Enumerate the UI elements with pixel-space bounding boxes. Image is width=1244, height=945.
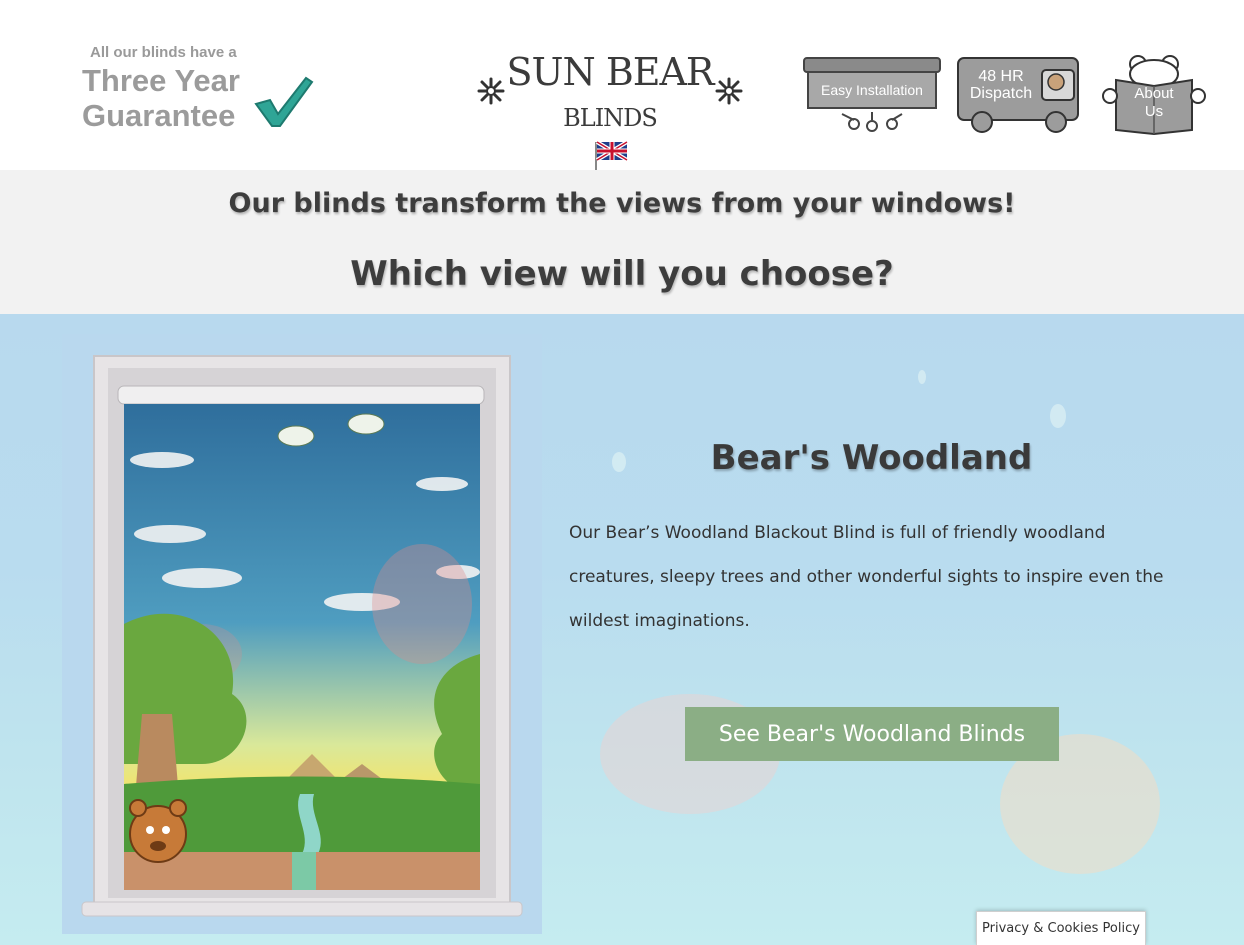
dispatch-badge[interactable]: 48 HR Dispatch — [956, 54, 1084, 136]
logo-sub-text: BLINDS — [563, 104, 658, 132]
star-icon — [715, 77, 743, 105]
dispatch-label-1: 48 HR — [978, 68, 1024, 85]
product-content: Bear's Woodland Our Bear’s Woodland Blac… — [569, 314, 1174, 945]
dispatch-label-2: Dispatch — [969, 85, 1033, 102]
about-label-2: Us — [1144, 103, 1164, 120]
product-hero: Bear's Woodland Our Bear’s Woodland Blac… — [0, 314, 1244, 945]
woodland-blind-illustration — [81, 355, 523, 917]
privacy-policy-link[interactable]: Privacy & Cookies Policy — [976, 911, 1146, 945]
guarantee-small-text: All our blinds have a — [90, 44, 237, 61]
site-logo[interactable]: SUN BEAR BLINDS — [472, 46, 748, 136]
see-blinds-button[interactable]: See Bear's Woodland Blinds — [685, 707, 1059, 761]
tagline-band: Our blinds transform the views from your… — [0, 170, 1244, 314]
easy-installation-label: Easy Installation — [821, 82, 923, 98]
guarantee-line-2: Guarantee — [82, 98, 236, 133]
site-header: All our blinds have a Three Year Guarant… — [0, 0, 1244, 170]
guarantee-line-1: Three Year — [82, 63, 240, 98]
tagline-heading: Our blinds transform the views from your… — [228, 188, 1016, 219]
about-us-badge[interactable]: About Us — [1102, 54, 1206, 136]
easy-installation-badge[interactable]: Easy Installation — [802, 54, 942, 136]
logo-brand-text: SUN BEAR — [506, 50, 714, 94]
product-image[interactable] — [62, 334, 542, 934]
product-description: Our Bear’s Woodland Blackout Blind is fu… — [569, 523, 1164, 631]
checkmark-icon — [254, 76, 314, 127]
about-label-1: About — [1134, 85, 1174, 102]
tagline-question: Which view will you choose? — [350, 254, 894, 294]
guarantee-badge[interactable]: All our blinds have a Three Year Guarant… — [80, 44, 320, 136]
uk-flag-icon[interactable] — [594, 140, 628, 170]
product-title: Bear's Woodland — [710, 438, 1033, 478]
